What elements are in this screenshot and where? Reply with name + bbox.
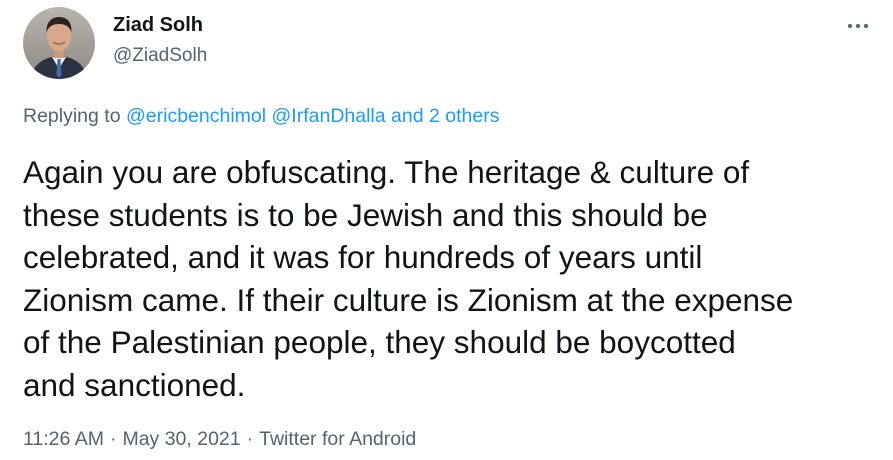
replying-to-label: Replying to [23, 105, 121, 127]
others-link[interactable]: and 2 others [391, 105, 499, 127]
author-handle[interactable]: @ZiadSolh [113, 45, 207, 67]
meta-separator: · [109, 428, 117, 450]
meta-separator: · [246, 428, 254, 450]
author-display-name[interactable]: Ziad Solh [113, 14, 203, 37]
replying-to-line: Replying to @ericbenchimol @IrfanDhalla … [23, 105, 499, 128]
more-horizontal-icon [847, 23, 869, 29]
more-options-button[interactable] [838, 14, 878, 38]
tweet-time[interactable]: 11:26 AM [23, 428, 104, 450]
mention-link-1[interactable]: @ericbenchimol [126, 105, 266, 127]
tweet-date[interactable]: May 30, 2021 [122, 428, 240, 450]
tweet-metadata: 11:26 AM · May 30, 2021 · Twitter for Androi… [23, 428, 416, 451]
tweet-card: Ziad Solh @ZiadSolh Replying to @ericben… [0, 0, 893, 460]
avatar[interactable] [23, 7, 95, 79]
profile-photo [23, 7, 95, 79]
mention-link-2[interactable]: @IrfanDhalla [272, 105, 386, 127]
tweet-source[interactable]: Twitter for Android [259, 428, 416, 450]
tweet-text: Again you are obfuscating. The heritage … [23, 154, 794, 403]
